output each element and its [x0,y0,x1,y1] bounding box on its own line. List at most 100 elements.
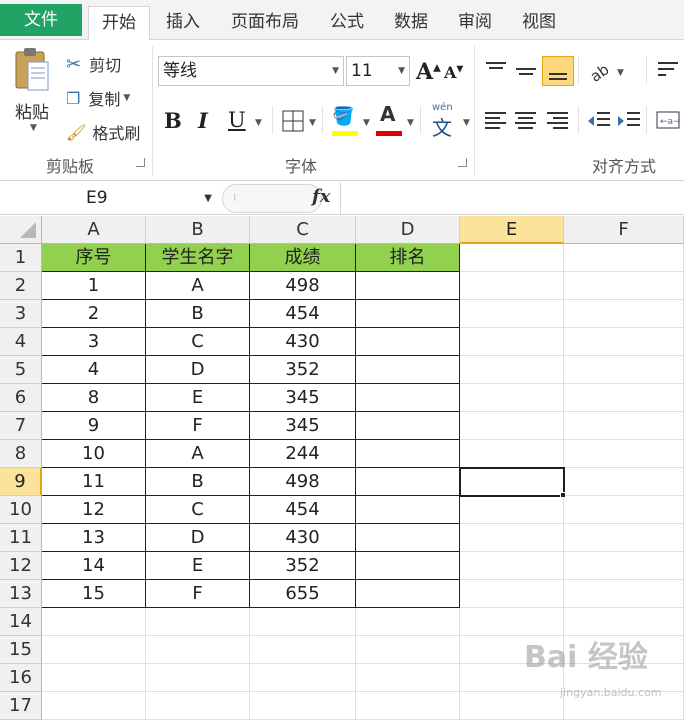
grid-cell[interactable] [460,384,564,412]
column-header-b[interactable]: B [146,216,250,244]
table-cell[interactable]: 11 [42,468,146,496]
align-left-icon[interactable] [484,110,508,132]
table-cell[interactable]: 13 [42,524,146,552]
table-cell[interactable]: 10 [42,440,146,468]
grid-cell[interactable] [250,608,356,636]
cut-button[interactable]: ✂ 剪切 [66,52,121,76]
table-cell[interactable]: 14 [42,552,146,580]
grid-cell[interactable] [146,664,250,692]
table-cell[interactable]: 498 [250,468,356,496]
grid-cell[interactable] [356,692,460,720]
table-cell[interactable]: 454 [250,496,356,524]
grid-cell[interactable] [460,496,564,524]
row-header-6[interactable]: 6 [0,384,42,412]
table-cell[interactable]: F [146,412,250,440]
row-header-2[interactable]: 2 [0,272,42,300]
row-header-3[interactable]: 3 [0,300,42,328]
table-cell[interactable]: C [146,496,250,524]
table-header-cell[interactable]: 成绩 [250,244,356,272]
grid-cell[interactable] [250,636,356,664]
tab-data[interactable]: 数据 [384,6,438,40]
column-header-d[interactable]: D [356,216,460,244]
tab-review[interactable]: 审阅 [448,6,502,40]
grid-cell[interactable] [564,356,684,384]
tab-page-layout[interactable]: 页面布局 [220,6,310,40]
tab-insert[interactable]: 插入 [156,6,210,40]
grid-cell[interactable] [146,608,250,636]
fill-handle[interactable] [560,492,566,498]
grid-cell[interactable] [460,244,564,272]
grid-cell[interactable] [42,608,146,636]
table-cell[interactable] [356,412,460,440]
row-header-7[interactable]: 7 [0,412,42,440]
grid-cell[interactable] [250,664,356,692]
grid-cell[interactable] [146,636,250,664]
table-cell[interactable]: 12 [42,496,146,524]
font-color-dropdown-icon[interactable]: ▼ [407,118,414,128]
select-all-corner[interactable] [0,216,42,244]
table-cell[interactable]: 345 [250,384,356,412]
name-box[interactable]: E9 ▼ [0,184,218,213]
row-header-14[interactable]: 14 [0,608,42,636]
table-cell[interactable]: C [146,328,250,356]
grid-cell[interactable] [564,552,684,580]
column-header-c[interactable]: C [250,216,356,244]
grid-cell[interactable] [564,328,684,356]
underline-button[interactable]: U [228,108,246,132]
table-cell[interactable] [356,552,460,580]
phonetic-dropdown-icon[interactable]: ▼ [463,118,470,128]
phonetic-guide-button[interactable]: wén 文 [428,102,458,140]
grid-cell[interactable] [356,664,460,692]
font-color-button[interactable]: A [376,102,402,136]
orientation-dropdown-icon[interactable]: ▼ [617,68,624,78]
align-top-icon[interactable] [484,60,508,82]
table-cell[interactable] [356,272,460,300]
grid-cell[interactable] [460,692,564,720]
table-cell[interactable] [356,384,460,412]
table-cell[interactable]: 454 [250,300,356,328]
row-header-4[interactable]: 4 [0,328,42,356]
font-name-select[interactable]: 等线 ▼ [158,56,344,86]
fill-color-button[interactable]: 🪣 [332,106,358,136]
grid-cell[interactable] [564,496,684,524]
table-cell[interactable]: 498 [250,272,356,300]
table-cell[interactable]: E [146,384,250,412]
increase-indent-icon[interactable] [616,110,642,132]
grid-cell[interactable] [460,328,564,356]
table-cell[interactable] [356,580,460,608]
grid-cell[interactable] [460,524,564,552]
grid-cell[interactable] [42,664,146,692]
grid-cell[interactable] [564,524,684,552]
grid-cell[interactable] [564,272,684,300]
row-header-11[interactable]: 11 [0,524,42,552]
table-cell[interactable]: 3 [42,328,146,356]
table-cell[interactable]: 9 [42,412,146,440]
table-cell[interactable] [356,468,460,496]
row-header-9[interactable]: 9 [0,468,42,496]
table-cell[interactable]: B [146,468,250,496]
grid-cell[interactable] [460,552,564,580]
grid-cell[interactable] [460,468,564,496]
grid-cell[interactable] [564,244,684,272]
grid-cell[interactable] [564,440,684,468]
table-cell[interactable] [356,356,460,384]
table-cell[interactable]: 15 [42,580,146,608]
grid-cell[interactable] [564,580,684,608]
fill-dropdown-icon[interactable]: ▼ [363,118,370,128]
grid-cell[interactable] [42,692,146,720]
insert-function-icon[interactable]: fx [312,186,330,207]
grid-cell[interactable] [564,412,684,440]
grid-cell[interactable] [460,440,564,468]
grid-cell[interactable] [460,300,564,328]
table-cell[interactable]: 244 [250,440,356,468]
paste-button[interactable]: 粘贴 ▼ [8,46,56,146]
grid-cell[interactable] [146,692,250,720]
table-header-cell[interactable]: 学生名字 [146,244,250,272]
orientation-icon[interactable]: ab [586,58,612,84]
grid-cell[interactable] [564,468,684,496]
format-painter-button[interactable]: 🖌 格式刷 [66,120,140,144]
table-cell[interactable]: 352 [250,356,356,384]
grid-cell[interactable] [460,412,564,440]
table-cell[interactable] [356,496,460,524]
increase-font-size-icon[interactable]: A▲ [416,59,441,85]
